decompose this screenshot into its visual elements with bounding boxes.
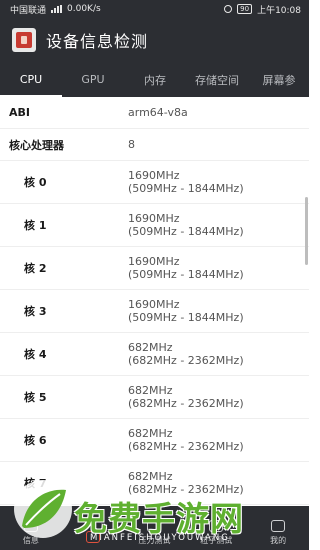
- bottom-nav: 信息 压力测试 粒子测试 我的: [0, 506, 309, 550]
- core-frequency: 1690MHz: [128, 255, 180, 268]
- core-frequency-range: (509MHz - 1844MHz): [128, 225, 244, 238]
- info-value: 8: [128, 138, 135, 151]
- core-label: 核 7: [24, 477, 47, 490]
- tab-gpu[interactable]: GPU: [62, 62, 124, 97]
- core-row: 核 4 682MHz (682MHz - 2362MHz): [0, 333, 309, 376]
- info-icon: [23, 520, 38, 532]
- core-frequency-range: (509MHz - 1844MHz): [128, 268, 244, 281]
- network-speed: 0.00K/s: [67, 4, 101, 14]
- core-label: 核 6: [24, 434, 47, 447]
- nav-label: 粒子测试: [200, 536, 233, 545]
- nav-label: 我的: [270, 536, 287, 545]
- clock: 上午10:08: [257, 5, 301, 16]
- pressure-icon: [147, 520, 162, 532]
- app-bar: 设备信息检测: [0, 18, 309, 62]
- core-freq-block: 682MHz (682MHz - 2362MHz): [128, 384, 244, 410]
- info-row-abi: ABI arm64-v8a: [0, 97, 309, 129]
- core-freq-block: 682MHz (682MHz - 2362MHz): [128, 427, 244, 453]
- core-frequency-range: (509MHz - 1844MHz): [128, 311, 244, 324]
- core-frequency-range: (682MHz - 2362MHz): [128, 397, 244, 410]
- tab-memory[interactable]: 内存: [124, 62, 186, 97]
- status-left: 中国联通 0.00K/s: [10, 3, 101, 16]
- tab-screen[interactable]: 屏幕参: [248, 62, 309, 97]
- nav-item-device[interactable]: [62, 506, 124, 550]
- tab-bar: CPU GPU 内存 存储空间 屏幕参: [0, 62, 309, 97]
- core-label: 核 0: [24, 176, 47, 189]
- core-frequency-range: (682MHz - 2362MHz): [128, 354, 244, 367]
- particle-icon: [209, 520, 224, 532]
- status-bar: 中国联通 0.00K/s 90 上午10:08: [0, 0, 309, 18]
- core-row: 核 6 682MHz (682MHz - 2362MHz): [0, 419, 309, 462]
- info-label: ABI: [9, 106, 30, 119]
- core-freq-block: 1690MHz (509MHz - 1844MHz): [128, 298, 244, 324]
- core-label: 核 1: [24, 219, 47, 232]
- info-row-cores: 核心处理器 8: [0, 129, 309, 161]
- status-right: 90 上午10:08: [224, 3, 301, 16]
- core-row: 核 5 682MHz (682MHz - 2362MHz): [0, 376, 309, 419]
- core-frequency: 1690MHz: [128, 212, 180, 225]
- battery-icon: 90: [237, 4, 253, 14]
- core-frequency-range: (509MHz - 1844MHz): [128, 182, 244, 195]
- app-logo-icon: [12, 28, 36, 52]
- info-value: arm64-v8a: [128, 106, 188, 119]
- core-label: 核 2: [24, 262, 47, 275]
- core-frequency: 682MHz: [128, 427, 173, 440]
- carrier-label: 中国联通: [10, 5, 47, 16]
- scrollbar[interactable]: [305, 197, 308, 265]
- info-label: 核心处理器: [9, 138, 64, 152]
- core-label: 核 3: [24, 305, 47, 318]
- cpu-info-list[interactable]: ABI arm64-v8a 核心处理器 8 核 0 1690MHz (509MH…: [0, 97, 309, 550]
- core-row: 核 3 1690MHz (509MHz - 1844MHz): [0, 290, 309, 333]
- core-freq-block: 682MHz (682MHz - 2362MHz): [128, 341, 244, 367]
- nav-label: 信息: [22, 536, 39, 545]
- nav-label: 压力测试: [138, 536, 171, 545]
- nav-item-pressure-test[interactable]: 压力测试: [124, 506, 186, 550]
- core-row: 核 1 1690MHz (509MHz - 1844MHz): [0, 204, 309, 247]
- core-frequency: 1690MHz: [128, 298, 180, 311]
- device-icon: [85, 531, 100, 543]
- core-label: 核 5: [24, 391, 47, 404]
- core-label: 核 4: [24, 348, 47, 361]
- app-title: 设备信息检测: [46, 32, 149, 51]
- core-freq-block: 1690MHz (509MHz - 1844MHz): [128, 169, 244, 195]
- core-row: 核 0 1690MHz (509MHz - 1844MHz): [0, 161, 309, 204]
- core-row: 核 7 682MHz (682MHz - 2362MHz): [0, 462, 309, 505]
- nav-item-particle-test[interactable]: 粒子测试: [185, 506, 247, 550]
- core-freq-block: 682MHz (682MHz - 2362MHz): [128, 470, 244, 496]
- core-frequency-range: (682MHz - 2362MHz): [128, 440, 244, 453]
- core-freq-block: 1690MHz (509MHz - 1844MHz): [128, 255, 244, 281]
- core-frequency: 1690MHz: [128, 169, 180, 182]
- core-frequency: 682MHz: [128, 341, 173, 354]
- nav-item-profile[interactable]: 我的: [247, 506, 309, 550]
- tab-storage[interactable]: 存储空间: [186, 62, 248, 97]
- profile-icon: [271, 520, 286, 532]
- alarm-icon: [224, 5, 233, 13]
- core-frequency: 682MHz: [128, 384, 173, 397]
- core-frequency: 682MHz: [128, 470, 173, 483]
- core-frequency-range: (682MHz - 2362MHz): [128, 483, 244, 496]
- tab-cpu[interactable]: CPU: [0, 62, 62, 97]
- core-row: 核 2 1690MHz (509MHz - 1844MHz): [0, 247, 309, 290]
- nav-item-info[interactable]: 信息: [0, 506, 62, 550]
- signal-icon: [51, 5, 63, 13]
- core-freq-block: 1690MHz (509MHz - 1844MHz): [128, 212, 244, 238]
